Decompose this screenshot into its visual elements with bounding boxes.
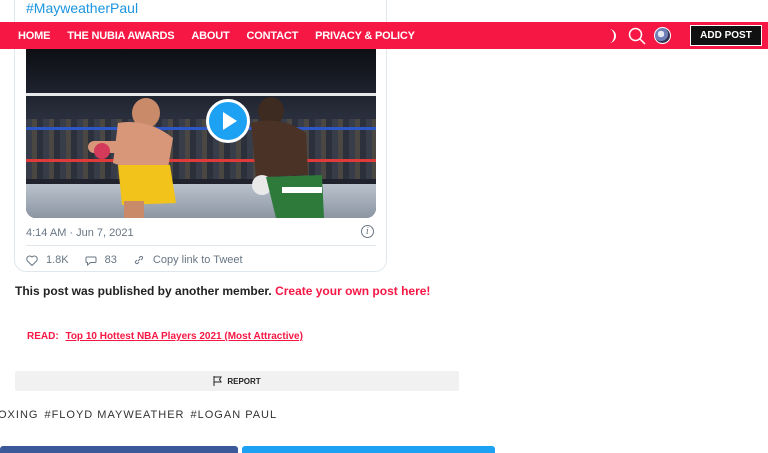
nav-nubia-awards[interactable]: THE NUBIA AWARDS	[67, 30, 174, 42]
info-icon[interactable]: i	[361, 225, 374, 238]
post-tags: OXING #FLOYD MAYWEATHER #LOGAN PAUL	[0, 409, 283, 421]
tweet-video[interactable]	[26, 49, 376, 218]
facebook-share-button[interactable]	[0, 446, 238, 453]
tweet-timestamp[interactable]: 4:14 AM · Jun 7, 2021	[26, 227, 134, 239]
link-icon	[134, 255, 144, 265]
tweet-actions: 1.8K 83 Copy link to Tweet	[26, 253, 259, 267]
create-post-link[interactable]: Create your own post here!	[275, 284, 430, 298]
video-play-button[interactable]	[206, 99, 250, 143]
read-label: READ:	[27, 331, 59, 342]
tag-link[interactable]: #LOGAN PAUL	[191, 409, 278, 421]
add-post-button[interactable]: ADD POST	[690, 25, 762, 46]
nav-contact[interactable]: CONTACT	[247, 30, 299, 42]
search-icon[interactable]	[628, 27, 646, 45]
flag-icon	[213, 376, 223, 386]
read-article-link[interactable]: Top 10 Hottest NBA Players 2021 (Most At…	[65, 331, 302, 342]
reply-count: 83	[104, 254, 117, 266]
tweet-hashtag-link[interactable]: #MayweatherPaul	[26, 0, 138, 16]
nav-links: HOME THE NUBIA AWARDS ABOUT CONTACT PRIV…	[18, 22, 432, 49]
heart-icon	[26, 255, 38, 266]
reply-icon	[85, 256, 97, 266]
tag-link[interactable]: OXING	[0, 409, 38, 421]
tweet-divider	[26, 245, 376, 246]
like-action[interactable]: 1.8K	[26, 254, 69, 266]
copy-link-action[interactable]: Copy link to Tweet	[133, 254, 243, 266]
nav-home[interactable]: HOME	[18, 30, 50, 42]
like-count: 1.8K	[46, 254, 69, 266]
published-notice: This post was published by another membe…	[15, 284, 430, 298]
reply-action[interactable]: 83	[85, 254, 117, 266]
nav-about[interactable]: ABOUT	[191, 30, 229, 42]
fighter-left-figure	[88, 98, 176, 218]
copy-link-label: Copy link to Tweet	[152, 254, 243, 266]
twitter-share-button[interactable]	[242, 446, 495, 453]
user-avatar[interactable]	[654, 27, 671, 44]
nav-right-tools	[606, 22, 689, 49]
report-label: REPORT	[227, 376, 261, 386]
published-text: This post was published by another membe…	[15, 284, 272, 298]
main-navbar: HOME THE NUBIA AWARDS ABOUT CONTACT PRIV…	[0, 22, 768, 49]
tag-link[interactable]: #FLOYD MAYWEATHER	[44, 409, 184, 421]
report-button[interactable]: REPORT	[15, 371, 459, 391]
read-also: READ: Top 10 Hottest NBA Players 2021 (M…	[27, 331, 303, 342]
nav-privacy-policy[interactable]: PRIVACY & POLICY	[315, 30, 415, 42]
dark-mode-icon[interactable]	[606, 28, 620, 44]
